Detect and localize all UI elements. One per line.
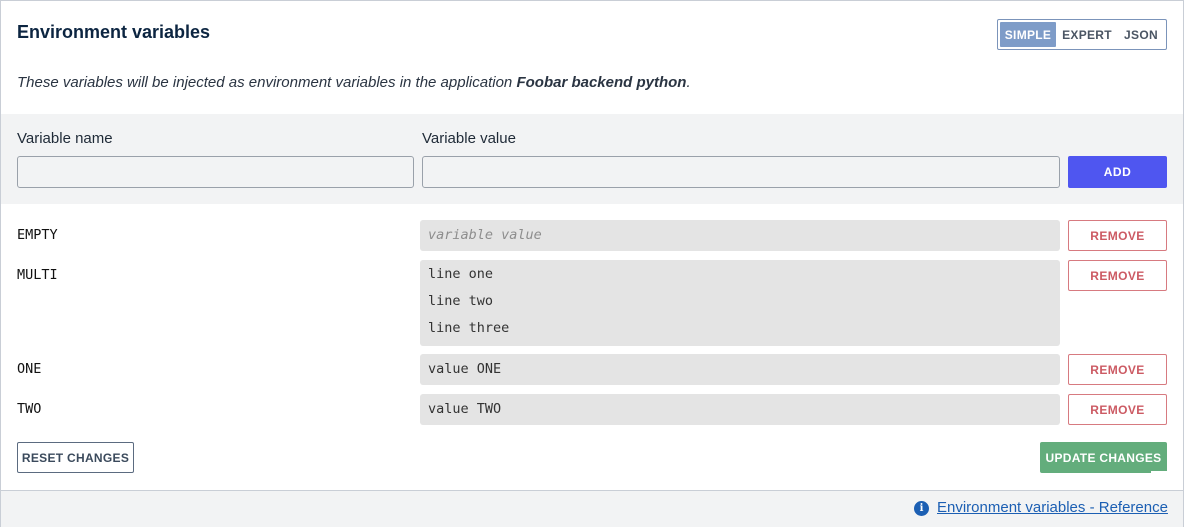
- panel-header: Environment variables SIMPLE EXPERT JSON: [17, 19, 1167, 50]
- variable-row: TWO value TWO REMOVE: [1, 394, 1183, 425]
- env-variables-panel: Environment variables SIMPLE EXPERT JSON…: [0, 0, 1184, 527]
- variable-name: TWO: [17, 401, 42, 417]
- variable-value-field[interactable]: variable value: [420, 220, 1060, 251]
- variable-name: EMPTY: [17, 227, 58, 243]
- variable-value-field[interactable]: value ONE: [420, 354, 1060, 385]
- reset-changes-button[interactable]: RESET CHANGES: [17, 442, 134, 473]
- application-name: Foobar backend python: [516, 74, 687, 91]
- variable-row: ONE value ONE REMOVE: [1, 354, 1183, 385]
- variable-name: MULTI: [17, 267, 58, 283]
- remove-button[interactable]: REMOVE: [1068, 220, 1167, 251]
- mode-expert-button[interactable]: EXPERT: [1056, 22, 1118, 47]
- variable-name: ONE: [17, 361, 42, 377]
- mode-json-button[interactable]: JSON: [1118, 22, 1164, 47]
- value-line: line two: [428, 293, 494, 309]
- info-icon: i: [914, 501, 929, 516]
- description-prefix: These variables will be injected as envi…: [17, 74, 517, 91]
- panel-footer: i Environment variables - Reference: [1, 490, 1183, 527]
- add-button[interactable]: ADD: [1068, 156, 1167, 188]
- value-line: line three: [428, 320, 510, 336]
- variable-name-label: Variable name: [17, 130, 113, 147]
- variable-value-field[interactable]: value TWO: [420, 394, 1060, 425]
- remove-button[interactable]: REMOVE: [1068, 394, 1167, 425]
- add-variable-form: Variable name Variable value ADD: [1, 114, 1183, 204]
- variable-row: MULTI line one line two line three REMOV…: [1, 260, 1183, 346]
- variable-value-label: Variable value: [422, 130, 516, 147]
- variable-value-input[interactable]: [422, 156, 1060, 188]
- variable-row: EMPTY variable value REMOVE: [1, 220, 1183, 251]
- value-line: line one: [428, 266, 494, 282]
- page-title: Environment variables: [17, 22, 211, 42]
- variable-name-input[interactable]: [17, 156, 414, 188]
- mode-switch: SIMPLE EXPERT JSON: [997, 19, 1167, 50]
- mode-simple-button[interactable]: SIMPLE: [1000, 22, 1056, 47]
- reference-link[interactable]: Environment variables - Reference: [937, 499, 1168, 516]
- remove-button[interactable]: REMOVE: [1068, 354, 1167, 385]
- description-text: These variables will be injected as envi…: [17, 74, 691, 91]
- description-suffix: .: [686, 74, 691, 91]
- remove-button[interactable]: REMOVE: [1068, 260, 1167, 291]
- update-changes-button[interactable]: UPDATE CHANGES: [1040, 442, 1167, 473]
- variable-value-field[interactable]: line one line two line three: [420, 260, 1060, 346]
